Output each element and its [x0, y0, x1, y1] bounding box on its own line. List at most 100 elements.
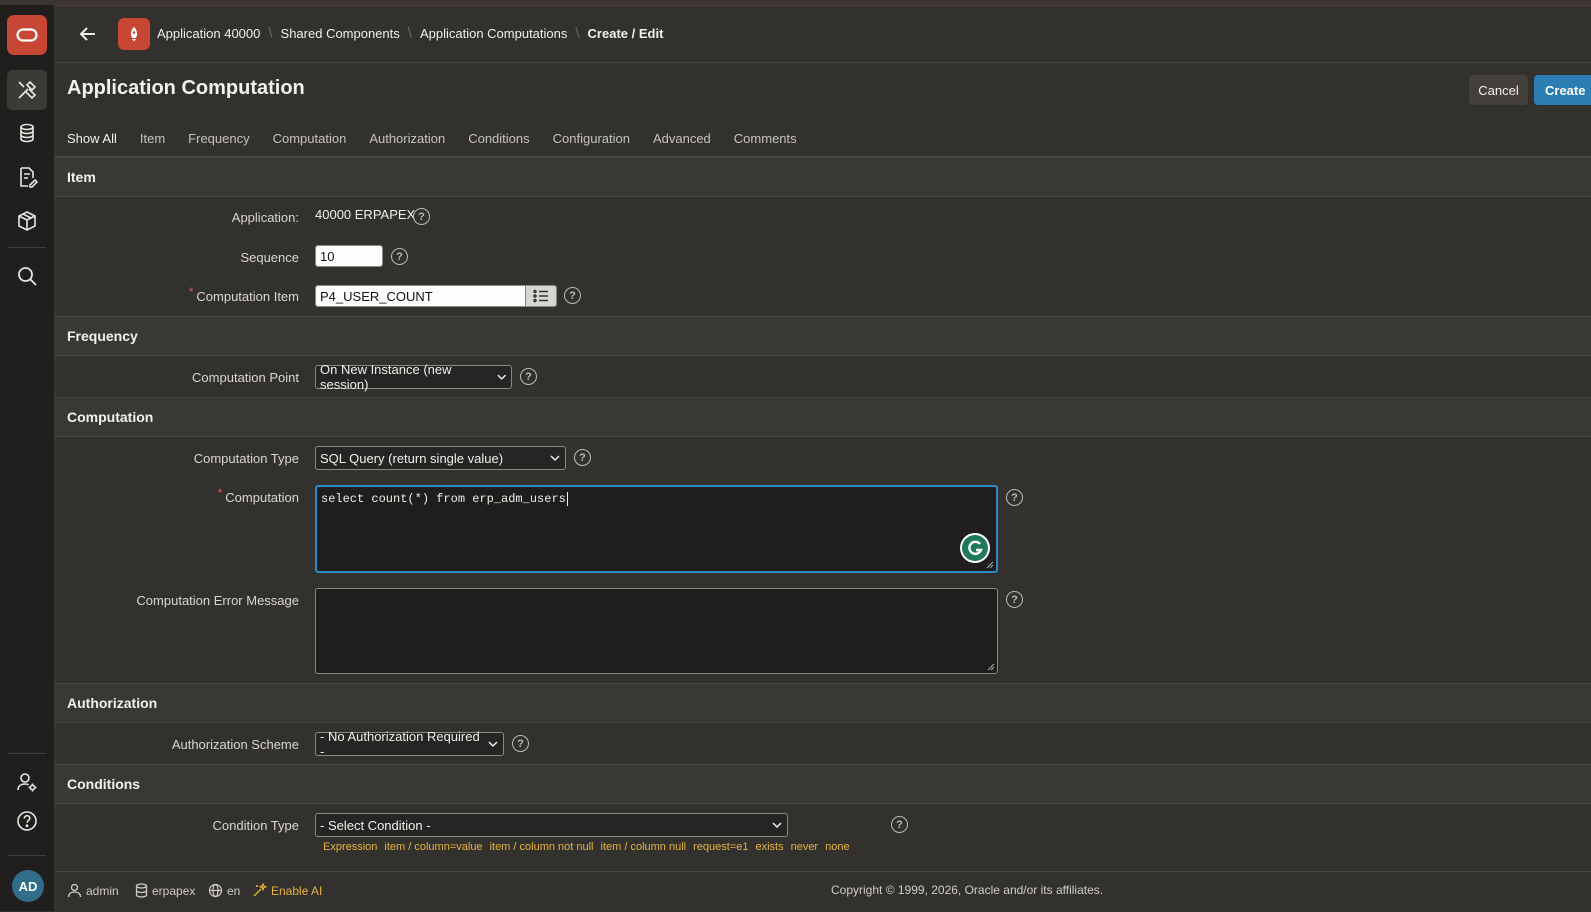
quick-pick-link[interactable]: item / column not null	[490, 841, 594, 853]
application-value: 40000 ERPAPEX	[315, 207, 416, 222]
chevron-down-icon	[488, 741, 498, 748]
help-icon[interactable]: ?	[520, 368, 537, 385]
page-title: Application Computation	[67, 77, 305, 99]
computation-type-select[interactable]: SQL Query (return single value)	[315, 446, 566, 470]
section-title: Conditions	[67, 776, 141, 792]
quick-pick-link[interactable]: exists	[755, 841, 783, 853]
section-computation-header: Computation	[55, 397, 1591, 437]
tab-comments[interactable]: Comments	[734, 122, 797, 156]
help-icon[interactable]: ?	[564, 287, 581, 304]
help-icon[interactable]: ?	[1006, 489, 1023, 506]
breadcrumb-application-computations[interactable]: Application Computations	[420, 26, 567, 41]
quick-pick-link[interactable]: never	[791, 841, 819, 853]
help-icon[interactable]: ?	[512, 735, 529, 752]
computation-point-select[interactable]: On New Instance (new session)	[315, 362, 512, 392]
app-builder-icon[interactable]	[7, 70, 47, 110]
quick-pick-link[interactable]: item / column null	[601, 841, 687, 853]
back-arrow-icon[interactable]	[68, 14, 108, 54]
section-authorization-header: Authorization	[55, 683, 1591, 723]
resize-grip-icon[interactable]	[987, 663, 995, 671]
enable-ai-label: Enable AI	[271, 883, 323, 898]
user-avatar[interactable]: AD	[12, 870, 44, 902]
grammarly-icon[interactable]	[960, 533, 990, 563]
condition-quick-picks: Expression item / column=value item / co…	[323, 841, 857, 853]
breadcrumb-separator: \	[268, 25, 273, 42]
help-icon[interactable]: ?	[391, 248, 408, 265]
tab-frequency[interactable]: Frequency	[188, 122, 249, 156]
globe-icon	[208, 883, 223, 898]
section-title: Item	[67, 169, 96, 185]
rail-divider	[8, 753, 46, 754]
footer-copyright: Copyright © 1999, 2026, Oracle and/or it…	[831, 883, 1104, 897]
text-cursor	[566, 492, 568, 506]
help-icon[interactable]: ?	[891, 816, 908, 833]
tab-configuration[interactable]: Configuration	[553, 122, 630, 156]
chevron-down-icon	[496, 374, 506, 380]
footer-user[interactable]: admin	[67, 883, 119, 898]
gallery-cube-icon[interactable]	[7, 201, 47, 241]
tab-authorization[interactable]: Authorization	[369, 122, 445, 156]
cancel-button[interactable]: Cancel	[1469, 75, 1528, 105]
chevron-down-icon	[550, 455, 560, 462]
list-icon	[533, 289, 548, 303]
computation-type-label: Computation Type	[193, 451, 299, 466]
footer-bar: admin erpapex en Enable AI Copyright © 1…	[55, 871, 1591, 912]
tab-computation[interactable]: Computation	[273, 122, 347, 156]
breadcrumb-application[interactable]: Application 40000	[157, 26, 260, 41]
breadcrumb: Application 40000 \ Shared Components \ …	[157, 25, 663, 42]
required-marker: *	[217, 486, 223, 500]
quick-pick-link[interactable]: item / column=value	[384, 841, 482, 853]
enable-ai-link[interactable]: Enable AI	[252, 883, 322, 898]
quick-pick-link[interactable]: Expression	[323, 841, 377, 853]
computation-code-editor[interactable]: select count(*) from erp_adm_users	[315, 485, 998, 573]
list-of-values-button[interactable]	[525, 285, 557, 307]
quick-pick-link[interactable]: none	[825, 841, 849, 853]
sql-workshop-icon[interactable]	[7, 113, 47, 153]
tab-item[interactable]: Item	[140, 122, 165, 156]
quick-pick-link[interactable]: request=e1	[693, 841, 748, 853]
help-icon[interactable]	[7, 801, 47, 841]
computation-error-message-label: Computation Error Message	[136, 593, 299, 608]
computation-point-label: Computation Point	[192, 370, 299, 385]
section-title: Authorization	[67, 695, 158, 711]
computation-code-text: select count(*) from erp_adm_users	[321, 492, 566, 506]
required-marker: *	[188, 285, 194, 299]
oracle-logo-icon[interactable]	[7, 15, 47, 55]
left-nav-rail	[0, 5, 55, 911]
administration-icon[interactable]	[7, 762, 47, 802]
authorization-scheme-select[interactable]: - No Authorization Required -	[315, 729, 504, 759]
breadcrumb-shared-components[interactable]: Shared Components	[281, 26, 400, 41]
sparkle-icon	[253, 883, 267, 897]
computation-item-input[interactable]: P4_USER_COUNT	[315, 285, 526, 307]
breadcrumb-current: Create / Edit	[587, 26, 664, 41]
create-button[interactable]: Create	[1534, 75, 1591, 105]
computation-label-text: Computation	[225, 490, 299, 505]
team-development-icon[interactable]	[7, 157, 47, 197]
tab-advanced[interactable]: Advanced	[653, 122, 711, 156]
condition-type-select[interactable]: - Select Condition -	[315, 813, 788, 837]
sequence-input[interactable]: 10	[315, 245, 383, 267]
section-frequency-header: Frequency	[55, 316, 1591, 356]
tab-show-all[interactable]: Show All	[67, 122, 117, 159]
footer-language-code: en	[227, 883, 241, 898]
chevron-down-icon	[772, 822, 782, 829]
database-icon	[135, 883, 148, 898]
authorization-scheme-value: - No Authorization Required -	[320, 729, 480, 759]
computation-label: * Computation	[218, 486, 299, 505]
help-icon[interactable]: ?	[413, 208, 430, 225]
authorization-scheme-label: Authorization Scheme	[171, 737, 299, 752]
computation-item-label: * Computation Item	[189, 285, 299, 304]
condition-type-value: - Select Condition -	[320, 817, 431, 833]
computation-point-value: On New Instance (new session)	[320, 362, 452, 392]
rail-divider	[8, 855, 46, 856]
search-icon[interactable]	[7, 256, 47, 296]
help-icon[interactable]: ?	[574, 449, 591, 466]
user-icon	[67, 883, 82, 898]
computation-error-message-textarea[interactable]	[315, 588, 998, 674]
help-icon[interactable]: ?	[1006, 591, 1023, 608]
tab-conditions[interactable]: Conditions	[468, 122, 529, 156]
section-title: Computation	[67, 409, 154, 425]
computation-item-label-text: Computation Item	[196, 289, 299, 304]
footer-language[interactable]: en	[208, 883, 240, 898]
footer-schema[interactable]: erpapex	[135, 883, 195, 898]
